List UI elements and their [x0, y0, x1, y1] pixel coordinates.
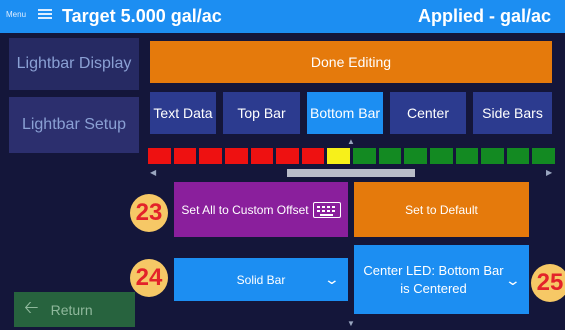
led-red: [148, 148, 171, 164]
lightbar-edit-screen: Menu Target 5.000 gal/ac Applied - gal/a…: [0, 0, 565, 330]
center-led-line2: is Centered: [400, 280, 467, 296]
menu-label[interactable]: Menu: [6, 10, 26, 19]
led-green: [378, 148, 402, 164]
hamburger-menu-icon[interactable]: [38, 9, 52, 21]
done-editing-button[interactable]: Done Editing: [150, 41, 552, 83]
bar-style-value: Solid Bar: [236, 272, 286, 287]
led-green: [532, 148, 555, 164]
led-red: [250, 148, 274, 164]
chevron-down-icon: ⌄: [323, 271, 341, 287]
led-green: [455, 148, 479, 164]
nav-lightbar-display-label: Lightbar Display: [16, 55, 132, 72]
nav-lightbar-display[interactable]: Lightbar Display: [9, 38, 139, 90]
bar-style-dropdown[interactable]: Solid Bar ⌄: [174, 258, 348, 301]
led-green: [429, 148, 453, 164]
callout-marker: 25: [531, 264, 565, 302]
scroll-right-icon[interactable]: ▶: [546, 169, 552, 177]
target-rate: Target 5.000 gal/ac: [62, 6, 222, 26]
set-to-default-label: Set to Default: [405, 202, 478, 217]
nav-lightbar-setup[interactable]: Lightbar Setup: [9, 97, 139, 153]
callout-marker: 24: [130, 259, 168, 297]
led-red: [301, 148, 325, 164]
set-custom-offset-button[interactable]: Set All to Custom Offset: [174, 182, 348, 237]
scroll-left-icon[interactable]: ◀: [150, 169, 156, 177]
set-custom-offset-label: Set All to Custom Offset: [181, 202, 309, 217]
top-status-bar: Menu Target 5.000 gal/ac Applied - gal/a…: [0, 0, 565, 33]
tab-top-bar[interactable]: Top Bar: [223, 92, 300, 134]
done-editing-label: Done Editing: [310, 54, 392, 70]
tab-text-data[interactable]: Text Data: [150, 92, 216, 134]
horizontal-scrollbar[interactable]: [287, 169, 415, 177]
return-label: Return: [50, 301, 93, 318]
led-yellow: [327, 148, 350, 164]
scroll-up-icon[interactable]: ▲: [347, 138, 355, 146]
tab-label: Bottom Bar: [309, 105, 381, 121]
tab-label: Text Data: [153, 105, 213, 121]
led-red: [224, 148, 248, 164]
set-to-default-button[interactable]: Set to Default: [354, 182, 529, 237]
nav-lightbar-setup-label: Lightbar Setup: [21, 116, 127, 133]
led-strip-preview: [148, 148, 555, 164]
led-red: [276, 148, 299, 164]
led-green: [404, 148, 427, 164]
callout-marker: 23: [130, 194, 168, 232]
tab-label: Center: [406, 105, 450, 121]
led-green: [481, 148, 504, 164]
tab-side-bars[interactable]: Side Bars: [473, 92, 552, 134]
keyboard-icon: [312, 201, 341, 218]
led-green: [506, 148, 530, 164]
led-red: [199, 148, 222, 164]
return-button[interactable]: 🡠 Return: [14, 292, 135, 327]
tab-bottom-bar[interactable]: Bottom Bar: [307, 92, 383, 134]
center-led-line1: Center LED: Bottom Bar: [363, 262, 504, 278]
tab-label: Side Bars: [482, 105, 543, 121]
tab-label: Top Bar: [237, 105, 286, 121]
led-red: [173, 148, 197, 164]
chevron-down-icon: ⌄: [504, 271, 522, 288]
arrow-left-icon: 🡠: [24, 296, 39, 317]
applied-rate: Applied - gal/ac: [417, 6, 551, 26]
tab-center[interactable]: Center: [390, 92, 466, 134]
scroll-down-icon[interactable]: ▼: [347, 320, 355, 328]
center-led-dropdown[interactable]: Center LED: Bottom Bar is Centered ⌄: [354, 245, 529, 314]
led-green: [353, 148, 376, 164]
center-led-value: Center LED: Bottom Bar is Centered: [363, 262, 503, 298]
